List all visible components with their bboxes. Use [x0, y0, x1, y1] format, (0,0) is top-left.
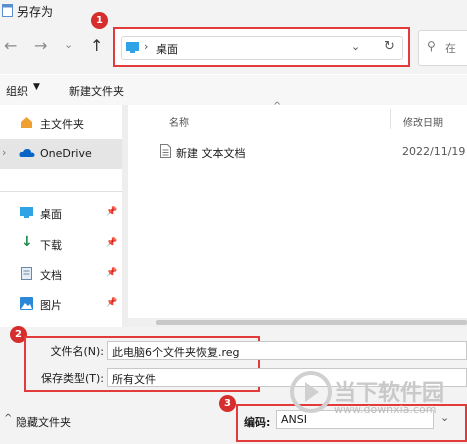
forward-arrow-icon[interactable]: → [34, 36, 47, 55]
sidebar-item-documents[interactable]: 文档 📌 [0, 262, 122, 286]
desktop-icon [126, 42, 139, 53]
chevron-down-icon[interactable]: ⌄ [64, 38, 73, 51]
address-bar-highlight: › 桌面 ⌄ ↻ [113, 27, 410, 67]
save-type-value: 所有文件 [112, 373, 156, 386]
encoding-dropdown-icon[interactable]: ⌄ [440, 411, 449, 424]
filename-input[interactable]: 此电脑6个文件夹恢复.reg [107, 341, 467, 360]
address-path[interactable]: 桌面 [156, 41, 178, 57]
table-row[interactable]: 新建 文本文档 2022/11/19 [156, 141, 467, 163]
download-icon: ↓ [21, 234, 33, 250]
cloud-icon [19, 148, 35, 157]
hide-folders-toggle[interactable]: 隐藏文件夹 [16, 414, 71, 430]
sidebar-item-downloads[interactable]: ↓ 下载 📌 [0, 232, 122, 256]
file-modified-date: 2022/11/19 [402, 145, 466, 158]
filename-value: 此电脑6个文件夹恢复.reg [112, 346, 240, 359]
column-divider[interactable] [390, 109, 391, 129]
home-icon [21, 117, 32, 128]
sidebar-item-label: OneDrive [40, 147, 92, 160]
search-box[interactable]: ⚲ 在 [418, 30, 467, 66]
window-title: 另存为 [17, 5, 54, 19]
watermark-url: www.downxia.com [334, 403, 437, 416]
sidebar-item-home[interactable]: 主文件夹 [0, 111, 122, 135]
sidebar-item-label: 图片 [40, 299, 62, 312]
annotation-badge-3: 3 [219, 395, 236, 412]
organize-button[interactable]: 组织 [6, 83, 28, 99]
horizontal-scrollbar-thumb[interactable] [156, 320, 467, 325]
horizontal-scrollbar[interactable] [128, 318, 467, 327]
encoding-label: 编码: [244, 416, 271, 429]
encoding-value: ANSI [281, 413, 307, 426]
new-folder-button[interactable]: 新建文件夹 [69, 83, 124, 99]
search-placeholder: 在 [445, 42, 456, 55]
sidebar-item-desktop[interactable]: 桌面 📌 [0, 201, 122, 225]
filename-label: 文件名(N): [50, 345, 104, 358]
breadcrumb-separator-icon: › [144, 40, 149, 53]
column-header-modified[interactable]: 修改日期 [403, 114, 443, 129]
sidebar-item-label: 桌面 [40, 208, 62, 221]
pin-icon[interactable]: 📌 [106, 268, 117, 278]
expand-chevron-icon[interactable]: › [2, 146, 6, 159]
back-arrow-icon[interactable]: ← [4, 36, 17, 55]
sidebar-divider [0, 191, 122, 192]
text-file-icon [160, 144, 171, 158]
pin-icon[interactable]: 📌 [106, 207, 117, 217]
pin-icon[interactable]: 📌 [106, 298, 117, 308]
annotation-badge-1: 1 [91, 12, 108, 29]
collapse-chevron-icon[interactable]: ^ [4, 413, 12, 424]
file-name: 新建 文本文档 [176, 147, 246, 160]
sidebar-item-label: 下载 [40, 239, 62, 252]
command-bar: 组织 ▼ 新建文件夹 [0, 75, 467, 106]
title-bar: 另存为 [0, 0, 467, 22]
address-dropdown-icon[interactable]: ⌄ [351, 40, 360, 53]
save-type-label: 保存类型(T): [40, 372, 104, 385]
notepad-icon [2, 4, 13, 17]
search-icon: ⚲ [427, 39, 436, 53]
picture-icon [20, 297, 33, 310]
navigation-pane: 主文件夹 › OneDrive 桌面 📌 ↓ 下载 📌 文档 📌 图片 📌 [0, 105, 122, 327]
sort-ascending-icon[interactable]: ^ [273, 101, 281, 112]
sidebar-item-label: 主文件夹 [40, 118, 84, 131]
sidebar-item-label: 文档 [40, 269, 62, 282]
desktop-icon [20, 207, 33, 218]
column-header-name[interactable]: 名称 [169, 114, 189, 129]
sidebar-item-onedrive[interactable]: › OneDrive [0, 139, 122, 169]
file-list: ^ 名称 修改日期 新建 文本文档 2022/11/19 [128, 101, 467, 327]
document-icon [21, 267, 32, 280]
pin-icon[interactable]: 📌 [106, 238, 117, 248]
refresh-icon[interactable]: ↻ [384, 39, 395, 54]
up-arrow-icon[interactable]: ↑ [90, 36, 103, 55]
address-bar[interactable]: › 桌面 ⌄ ↻ [121, 36, 403, 60]
sidebar-item-pictures[interactable]: 图片 📌 [0, 292, 122, 316]
watermark-logo-icon [290, 371, 332, 413]
organize-dropdown-icon[interactable]: ▼ [33, 82, 40, 92]
